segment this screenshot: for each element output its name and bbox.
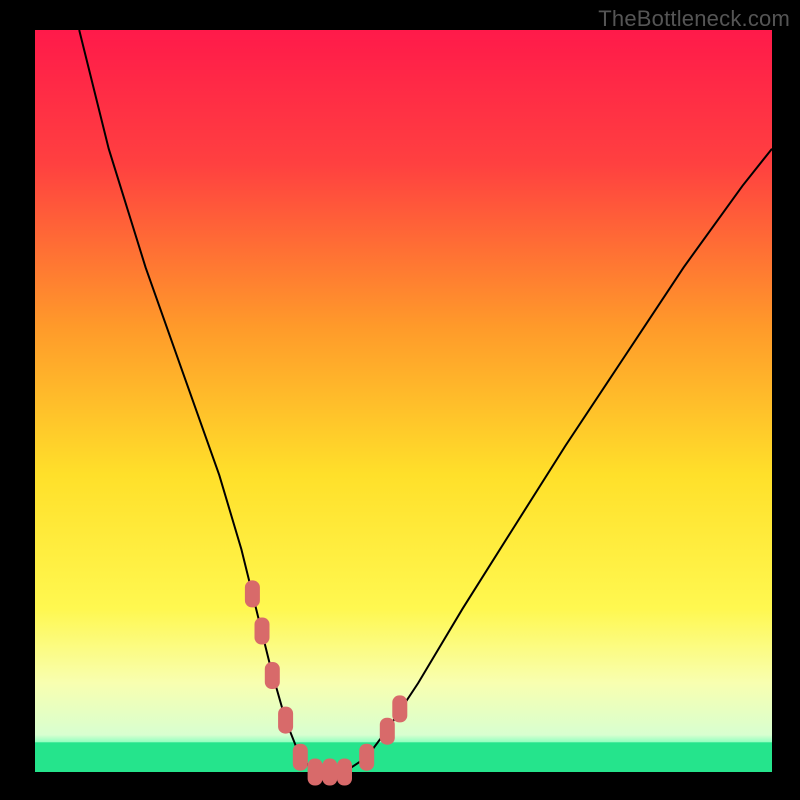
marker-dot [337,759,352,786]
marker-dot [380,718,395,745]
marker-dot [265,662,280,689]
chart-frame: TheBottleneck.com [0,0,800,800]
marker-dot [278,707,293,734]
bottleneck-chart [0,0,800,800]
marker-dot [255,618,270,645]
marker-dot [322,759,337,786]
marker-dot [293,744,308,771]
marker-dot [392,695,407,722]
marker-dot [308,759,323,786]
plot-background [35,30,772,772]
marker-dot [359,744,374,771]
marker-dot [245,580,260,607]
attribution-text: TheBottleneck.com [598,6,790,32]
perfect-zone-band [35,742,772,772]
